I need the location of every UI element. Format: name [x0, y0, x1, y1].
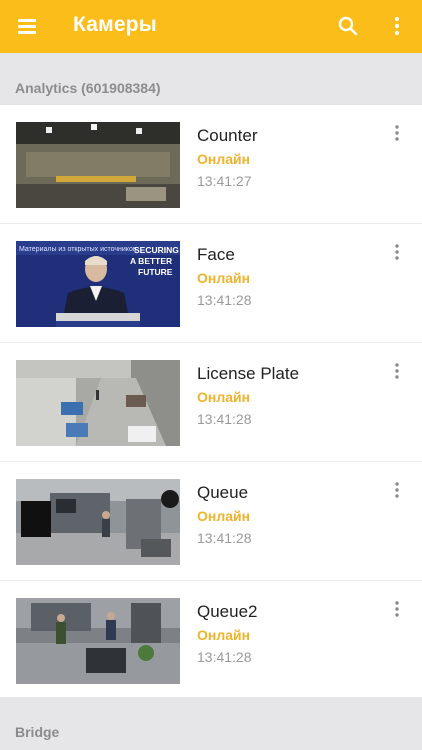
slogan-line-2: A BETTER	[130, 256, 172, 266]
camera-status: Онлайн	[197, 389, 251, 405]
camera-item-license-plate[interactable]: License Plate Онлайн 13:41:28	[0, 343, 422, 462]
more-vert-icon[interactable]	[388, 600, 406, 618]
camera-name: Queue2	[197, 602, 258, 621]
camera-status: Онлайн	[197, 270, 251, 286]
camera-thumbnail	[16, 598, 180, 684]
camera-status: Онлайн	[197, 508, 251, 524]
camera-list: Counter Онлайн 13:41:27 Материалы из отк…	[0, 105, 422, 699]
camera-time: 13:41:28	[197, 649, 252, 665]
camera-item-face[interactable]: Материалы из открытых источников SECURIN…	[0, 224, 422, 343]
more-vert-icon[interactable]	[388, 243, 406, 261]
group-label: Analytics (601908384)	[15, 80, 161, 96]
camera-thumbnail: Материалы из открытых источников SECURIN…	[16, 241, 180, 327]
camera-time: 13:41:28	[197, 292, 252, 308]
camera-thumbnail	[16, 360, 180, 446]
camera-status: Онлайн	[197, 151, 251, 167]
more-vert-icon[interactable]	[388, 481, 406, 499]
camera-name: License Plate	[197, 364, 300, 383]
page-title: Камеры	[73, 13, 157, 36]
group-label: Bridge	[15, 724, 60, 740]
camera-name: Counter	[197, 126, 258, 145]
group-header-bridge: Bridge	[0, 697, 422, 749]
camera-name: Face	[197, 245, 235, 264]
camera-item-counter[interactable]: Counter Онлайн 13:41:27	[0, 105, 422, 224]
slogan-line-3: FUTURE	[138, 267, 173, 277]
camera-time: 13:41:28	[197, 411, 252, 427]
camera-time: 13:41:27	[197, 173, 252, 189]
camera-thumbnail	[16, 479, 180, 565]
camera-name: Queue	[197, 483, 249, 502]
camera-item-queue2[interactable]: Queue2 Онлайн 13:41:28	[0, 581, 422, 699]
more-vert-icon[interactable]	[388, 362, 406, 380]
camera-item-queue[interactable]: Queue Онлайн 13:41:28	[0, 462, 422, 581]
menu-icon[interactable]	[14, 14, 42, 40]
more-vert-icon[interactable]	[385, 14, 409, 38]
group-header-analytics: Analytics (601908384)	[0, 53, 422, 105]
app-bar: Камеры	[0, 0, 422, 53]
more-vert-icon[interactable]	[388, 124, 406, 142]
search-icon[interactable]	[336, 14, 360, 38]
slogan-line-1: SECURING	[134, 245, 179, 255]
face-overlay-text: Материалы из открытых источников	[19, 246, 137, 253]
camera-thumbnail	[16, 122, 180, 208]
camera-time: 13:41:28	[197, 530, 252, 546]
camera-status: Онлайн	[197, 627, 251, 643]
